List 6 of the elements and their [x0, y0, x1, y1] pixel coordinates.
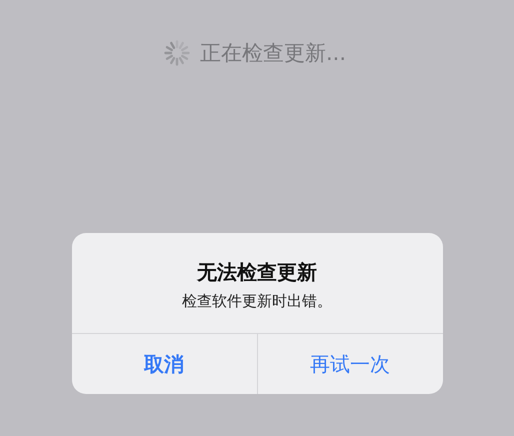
status-text: 正在检查更新...	[200, 40, 346, 67]
alert-button[interactable]: 再试一次	[256, 334, 442, 394]
alert-title: 无法检查更新	[197, 259, 317, 285]
alert-button[interactable]: 取消	[72, 334, 256, 394]
spinner-icon	[164, 40, 190, 66]
alert-message: 检查软件更新时出错。	[182, 291, 332, 311]
